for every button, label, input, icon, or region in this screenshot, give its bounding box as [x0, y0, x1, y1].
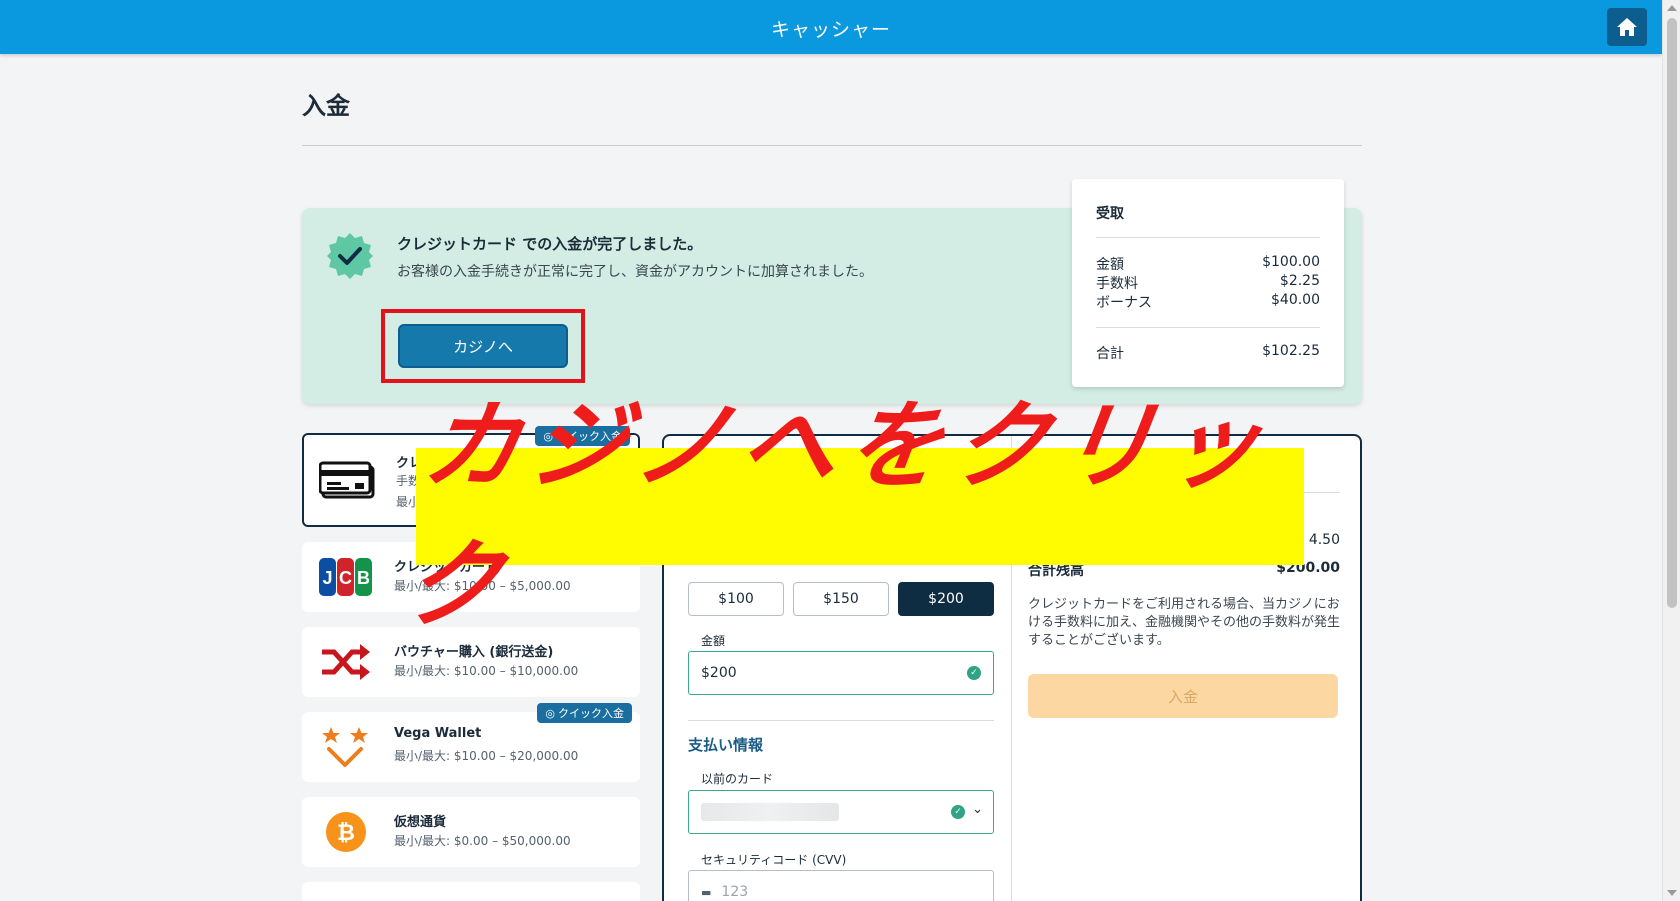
quick-deposit-label: クイック入金 [558, 707, 624, 720]
home-icon [1617, 18, 1637, 36]
receipt-row-amount: 金額 $100.00 [1096, 254, 1320, 274]
instruction-text: カジノへをクリック [397, 389, 1279, 641]
svg-text:B: B [357, 568, 370, 588]
receipt-title: 受取 [1096, 206, 1124, 222]
instruction-banner: カジノへをクリック [397, 390, 1304, 641]
receipt-row-total: 合計 $102.25 [1096, 343, 1320, 363]
cvv-label: セキュリティコード (CVV) [701, 853, 847, 867]
page-scrollbar[interactable] [1662, 0, 1680, 901]
receipt-label: 金額 [1096, 257, 1124, 273]
receipt-total-value: $102.25 [1262, 343, 1320, 359]
section-divider [688, 720, 994, 721]
cvv-placeholder: 123 [721, 884, 749, 900]
chevron-down-icon: ⌄ [972, 802, 983, 817]
go-to-casino-button[interactable]: カジノへ [398, 324, 568, 368]
masked-card-number [701, 803, 839, 821]
quick-deposit-tag: ◎ クイック入金 [537, 703, 632, 723]
method-vega-wallet[interactable]: ◎ クイック入金 Vega Wallet 最小/最大: $10.00 – $20… [302, 703, 640, 782]
check-icon: ✓ [951, 805, 965, 819]
success-message: お客様の入金手続きが正常に完了し、資金がアカウントに加算されました。 [397, 264, 873, 280]
receipt-total-label: 合計 [1096, 346, 1124, 362]
method-name: 仮想通貨 [394, 815, 447, 830]
receipt-label: ボーナス [1096, 295, 1152, 311]
jcb-icon: J C B [316, 556, 376, 598]
deposit-button[interactable]: 入金 [1028, 674, 1338, 718]
amount-value: $200 [701, 665, 737, 681]
fingerprint-icon: ◎ [545, 706, 555, 720]
shuffle-icon [316, 641, 376, 683]
svg-text:₿: ₿ [337, 821, 355, 846]
receipt-label: 手数料 [1096, 276, 1138, 292]
top-bar: キャッシャー [0, 0, 1662, 54]
receipt-row-fee: 手数料 $2.25 [1096, 273, 1320, 293]
method-crypto[interactable]: ₿ 仮想通貨 最小/最大: $0.00 – $50,000.00 [302, 797, 640, 867]
credit-card-icon [318, 459, 378, 501]
svg-text:J: J [322, 568, 332, 588]
scroll-down-icon[interactable] [1667, 890, 1677, 896]
previous-card-label: 以前のカード [701, 772, 774, 786]
page-title: 入金 [302, 92, 350, 120]
cvv-input[interactable]: ▬ 123 [688, 870, 994, 901]
receipt-divider [1096, 327, 1320, 328]
vega-wallet-icon [316, 726, 376, 768]
amount-input[interactable]: $200 ✓ [688, 651, 994, 695]
payment-info-title: 支払い情報 [688, 736, 764, 754]
receipt-divider [1096, 237, 1320, 238]
receipt-value: $2.25 [1279, 273, 1320, 289]
check-icon: ✓ [967, 666, 981, 680]
header-title: キャッシャー [770, 19, 891, 41]
success-title: クレジットカード での入金が完了しました。 [397, 235, 703, 253]
scroll-thumb[interactable] [1667, 18, 1677, 608]
receipt-value: $40.00 [1271, 292, 1320, 308]
receipt-value: $100.00 [1262, 254, 1320, 270]
home-button[interactable] [1607, 8, 1647, 46]
previous-card-select[interactable]: ✓ ⌄ [688, 790, 994, 834]
check-badge-icon [327, 233, 373, 279]
fee-partial-value: 4.50 [1308, 532, 1340, 548]
method-more[interactable] [302, 882, 640, 901]
card-small-icon: ▬ [701, 885, 712, 899]
method-range: 最小/最大: $0.00 – $50,000.00 [394, 834, 571, 848]
bitcoin-icon: ₿ [316, 811, 376, 853]
receipt-row-bonus: ボーナス $40.00 [1096, 292, 1320, 312]
title-divider [302, 145, 1362, 146]
method-name: Vega Wallet [394, 726, 482, 741]
svg-text:C: C [339, 568, 352, 588]
method-range: 最小/最大: $10.00 – $10,000.00 [394, 664, 579, 678]
method-range: 最小/最大: $10.00 – $20,000.00 [394, 749, 579, 763]
receipt-card: 受取 金額 $100.00 手数料 $2.25 ボーナス $40.00 合計 $… [1072, 179, 1344, 387]
scroll-up-icon[interactable] [1667, 5, 1677, 11]
